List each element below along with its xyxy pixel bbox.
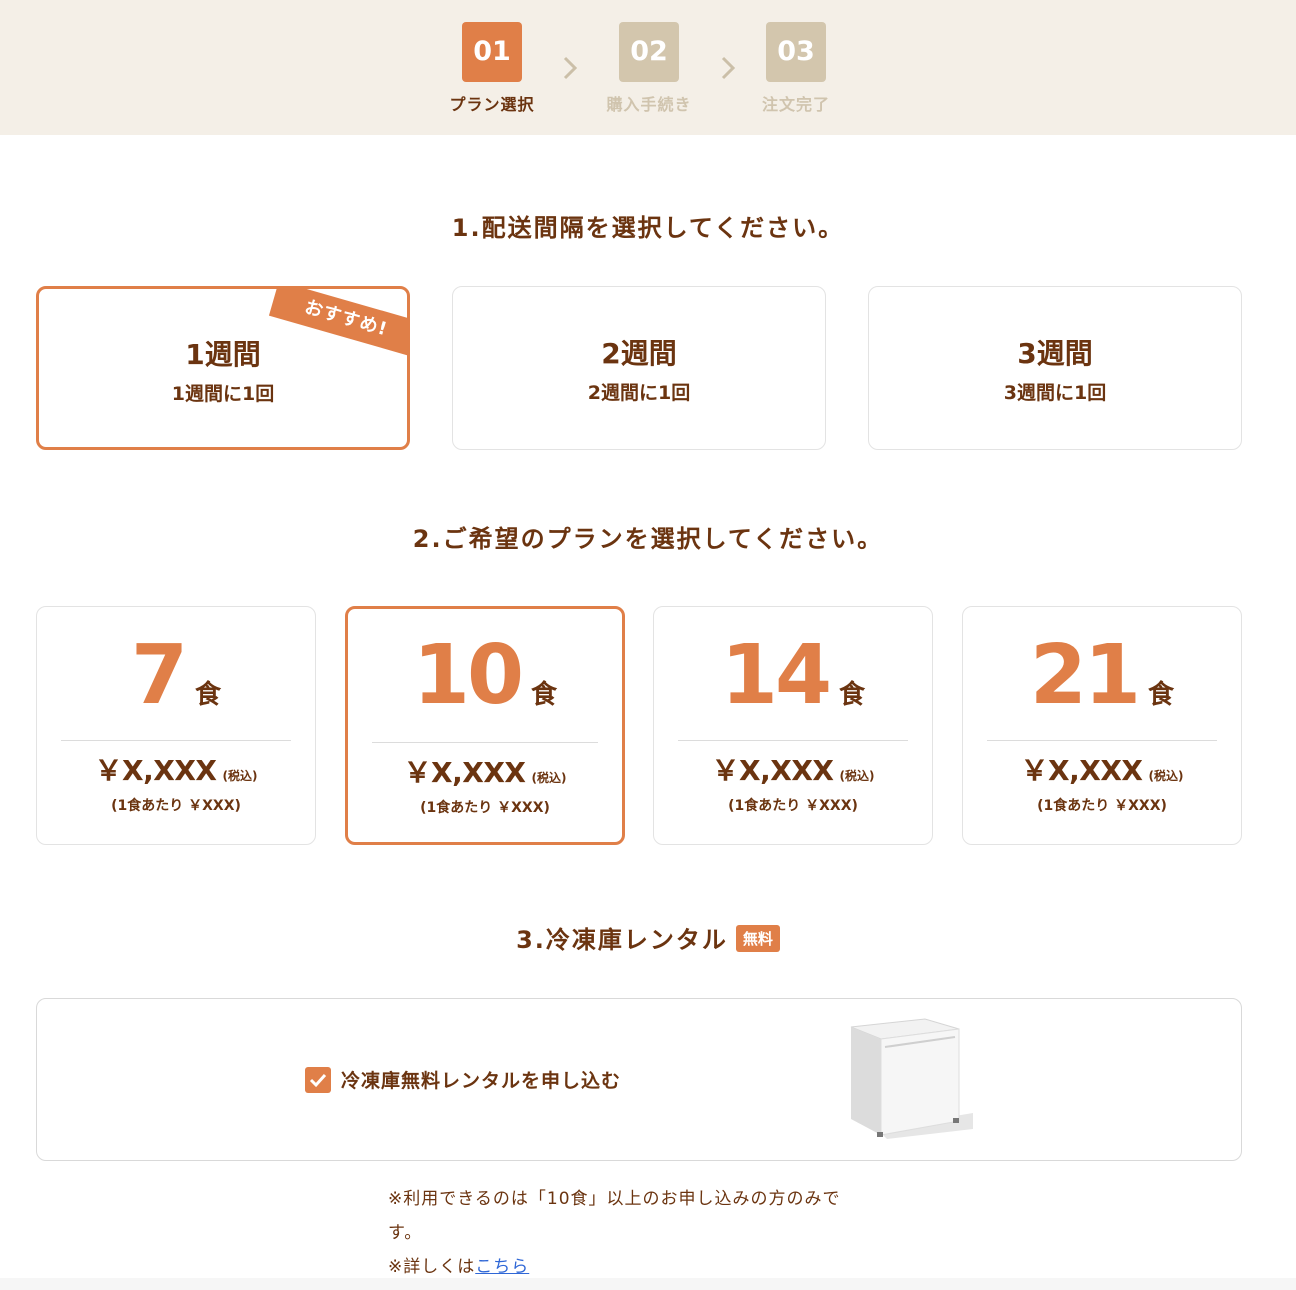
per-meal-price: (1食あたり ￥XXX): [111, 798, 241, 814]
freezer-image: [850, 1018, 973, 1139]
freezer-rental-label[interactable]: 冷凍庫無料レンタルを申し込む: [341, 1066, 621, 1093]
step-number: 03: [766, 22, 826, 82]
chevron-right-icon: [563, 56, 578, 80]
interval-subtitle: 3週間に1回: [1003, 382, 1107, 404]
step-label: 注文完了: [761, 95, 830, 114]
interval-subtitle: 2週間に1回: [587, 382, 691, 404]
meal-unit: 食: [839, 680, 866, 710]
meal-unit: 食: [1148, 680, 1175, 710]
plan-price: ￥X,XXX: [1020, 754, 1144, 787]
tax-note: (税込): [1148, 769, 1184, 783]
note-eligibility: ※利用できるのは「10食」以上のお申し込みの方のみです。: [388, 1189, 841, 1243]
interval-title: 2週間: [601, 337, 677, 370]
plan-option-10-meals[interactable]: 10 食 ￥X,XXX (税込) (1食あたり ￥XXX): [345, 606, 625, 845]
free-badge: 無料: [735, 925, 780, 952]
interval-option-2-weeks[interactable]: 2週間 2週間に1回: [452, 286, 826, 450]
divider: [678, 740, 908, 741]
freezer-rental-checkbox[interactable]: [305, 1067, 331, 1093]
step-checkout: 02 購入手続き: [589, 22, 709, 115]
step-number: 02: [619, 22, 679, 82]
step-number: 01: [462, 22, 522, 82]
step-plan-selection: 01 プラン選択: [432, 22, 552, 115]
checkmark-icon: [309, 1073, 327, 1088]
per-meal-price: (1食あたり ￥XXX): [1037, 798, 1167, 814]
tax-note: (税込): [222, 769, 258, 783]
tax-note: (税込): [531, 771, 567, 785]
plan-option-14-meals[interactable]: 14 食 ￥X,XXX (税込) (1食あたり ￥XXX): [653, 606, 933, 845]
interval-title: 3週間: [1017, 337, 1093, 370]
progress-stepper: 01 プラン選択 02 購入手続き 03 注文完了: [0, 0, 1296, 135]
meal-count: 7: [130, 628, 188, 723]
plan-price: ￥X,XXX: [403, 756, 527, 789]
step-label: 購入手続き: [606, 95, 692, 114]
details-link[interactable]: こちら: [475, 1257, 529, 1277]
per-meal-price: (1食あたり ￥XXX): [420, 800, 550, 816]
freezer-notes: ※利用できるのは「10食」以上のお申し込みの方のみです。 ※詳しくはこちら: [388, 1182, 868, 1284]
meal-unit: 食: [195, 680, 222, 710]
section-title-plan: 2.ご希望のプランを選択してください。: [412, 525, 884, 553]
meal-count: 14: [720, 628, 832, 723]
interval-option-3-weeks[interactable]: 3週間 3週間に1回: [868, 286, 1242, 450]
divider: [372, 742, 598, 743]
interval-subtitle: 1週間に1回: [171, 383, 275, 405]
section-title-freezer-rental: 3.冷凍庫レンタル 無料: [0, 920, 1296, 955]
plan-option-7-meals[interactable]: 7食 ￥X,XXX (税込) (1食あたり ￥XXX): [36, 606, 316, 845]
tax-note: (税込): [839, 769, 875, 783]
plan-price: ￥X,XXX: [711, 754, 835, 787]
meal-count: 10: [412, 628, 524, 723]
divider: [987, 740, 1217, 741]
page-footer-strip: [0, 1278, 1296, 1290]
chevron-right-icon: [721, 56, 736, 80]
plan-option-21-meals[interactable]: 21 食 ￥X,XXX (税込) (1食あたり ￥XXX): [962, 606, 1242, 845]
interval-option-1-week[interactable]: おすすめ! 1週間 1週間に1回: [36, 286, 410, 450]
step-label: プラン選択: [449, 95, 535, 114]
meal-unit: 食: [531, 680, 558, 710]
divider: [61, 740, 291, 741]
per-meal-price: (1食あたり ￥XXX): [728, 798, 858, 814]
step-order-complete: 03 注文完了: [736, 22, 856, 115]
meal-count: 21: [1029, 628, 1141, 723]
freezer-rental-box: 冷凍庫無料レンタルを申し込む: [36, 998, 1242, 1161]
section-title-delivery-interval: 1.配送間隔を選択してください。: [451, 214, 845, 242]
plan-price: ￥X,XXX: [94, 754, 218, 787]
